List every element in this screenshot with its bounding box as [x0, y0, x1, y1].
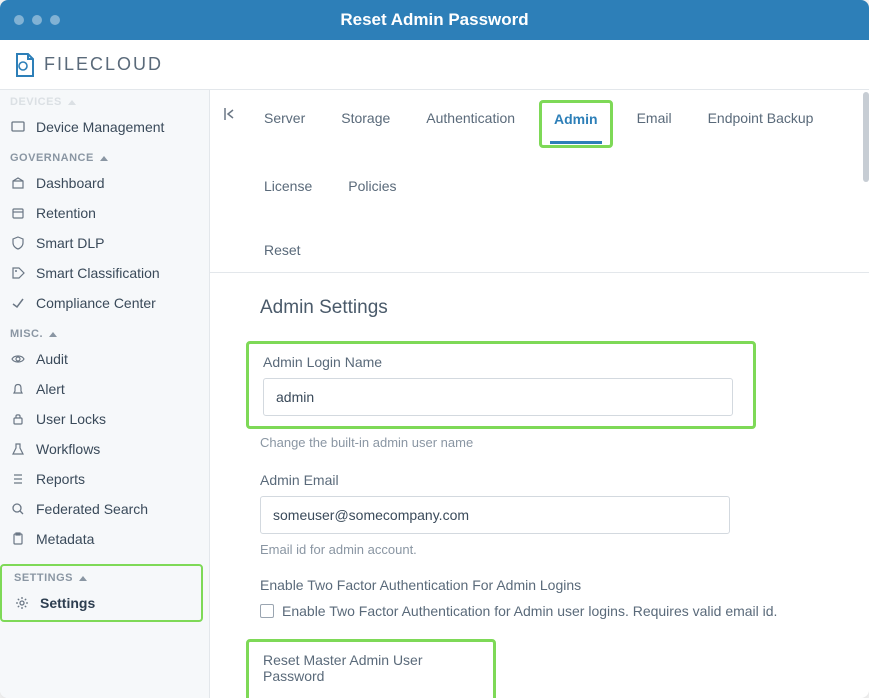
- highlight-settings-group: SETTINGS Settings: [0, 564, 203, 622]
- sidebar: DEVICES Device Management GOVERNANCE Das…: [0, 90, 210, 698]
- admin-login-name-label: Admin Login Name: [263, 354, 739, 370]
- sidebar-item-federated-search[interactable]: Federated Search: [0, 494, 209, 524]
- sidebar-item-user-locks[interactable]: User Locks: [0, 404, 209, 434]
- sidebar-item-reports[interactable]: Reports: [0, 464, 209, 494]
- highlight-reset-password: Reset Master Admin User Password Reset A…: [246, 639, 496, 698]
- sidebar-item-label: Metadata: [36, 531, 94, 547]
- highlight-admin-tab: Admin: [539, 100, 613, 148]
- caret-up-icon: [79, 576, 87, 581]
- sidebar-item-label: Federated Search: [36, 501, 148, 517]
- content-area: Server Storage Authentication Admin Emai…: [210, 90, 869, 698]
- admin-email-help: Email id for admin account.: [260, 542, 829, 557]
- sidebar-item-label: Smart DLP: [36, 235, 104, 251]
- sidebar-item-metadata[interactable]: Metadata: [0, 524, 209, 554]
- list-icon: [10, 471, 26, 487]
- tab-license[interactable]: License: [260, 172, 316, 208]
- sidebar-item-audit[interactable]: Audit: [0, 344, 209, 374]
- brand-text: FILECLOUD: [44, 54, 163, 75]
- sidebar-item-label: Audit: [36, 351, 68, 367]
- sidebar-item-label: Alert: [36, 381, 65, 397]
- twofa-checkbox[interactable]: [260, 604, 274, 618]
- tab-admin[interactable]: Admin: [550, 105, 602, 144]
- window-title: Reset Admin Password: [0, 10, 869, 30]
- lock-icon: [10, 411, 26, 427]
- tab-policies[interactable]: Policies: [344, 172, 400, 208]
- sidebar-group-settings[interactable]: SETTINGS: [4, 568, 199, 588]
- settings-tabs: Server Storage Authentication Admin Emai…: [210, 90, 869, 273]
- tag-icon: [10, 265, 26, 281]
- sidebar-item-smart-classification[interactable]: Smart Classification: [0, 258, 209, 288]
- sidebar-item-smart-dlp[interactable]: Smart DLP: [0, 228, 209, 258]
- retention-icon: [10, 205, 26, 221]
- shield-icon: [10, 235, 26, 251]
- caret-up-icon: [68, 100, 76, 105]
- bell-icon: [10, 381, 26, 397]
- tab-authentication[interactable]: Authentication: [422, 104, 519, 144]
- caret-up-icon: [100, 156, 108, 161]
- sidebar-item-label: Settings: [40, 595, 95, 611]
- tab-storage[interactable]: Storage: [337, 104, 394, 144]
- brand-logo[interactable]: FILECLOUD: [14, 51, 163, 79]
- check-icon: [10, 295, 26, 311]
- caret-up-icon: [49, 332, 57, 337]
- admin-login-name-help: Change the built-in admin user name: [260, 435, 829, 450]
- page-title: Admin Settings: [260, 297, 829, 319]
- sidebar-group-devices[interactable]: DEVICES: [0, 90, 209, 112]
- sidebar-item-alert[interactable]: Alert: [0, 374, 209, 404]
- search-icon: [10, 501, 26, 517]
- tab-reset[interactable]: Reset: [260, 236, 829, 272]
- sidebar-collapse-icon[interactable]: [218, 102, 242, 126]
- sidebar-item-label: Compliance Center: [36, 295, 156, 311]
- device-icon: [10, 119, 26, 135]
- sidebar-item-dashboard[interactable]: Dashboard: [0, 168, 209, 198]
- sidebar-item-label: Device Management: [36, 119, 164, 135]
- gear-icon: [14, 595, 30, 611]
- sidebar-item-label: User Locks: [36, 411, 106, 427]
- tab-server[interactable]: Server: [260, 104, 309, 144]
- highlight-login-name: Admin Login Name: [246, 341, 756, 429]
- flask-icon: [10, 441, 26, 457]
- sidebar-item-compliance-center[interactable]: Compliance Center: [0, 288, 209, 318]
- admin-email-label: Admin Email: [260, 472, 829, 488]
- sidebar-item-settings[interactable]: Settings: [4, 588, 199, 618]
- reset-password-label: Reset Master Admin User Password: [263, 652, 479, 684]
- sidebar-item-workflows[interactable]: Workflows: [0, 434, 209, 464]
- twofa-label: Enable Two Factor Authentication For Adm…: [260, 577, 829, 593]
- tab-endpoint-backup[interactable]: Endpoint Backup: [704, 104, 818, 144]
- sidebar-group-governance[interactable]: GOVERNANCE: [0, 142, 209, 168]
- admin-login-name-input[interactable]: [263, 378, 733, 416]
- dashboard-icon: [10, 175, 26, 191]
- twofa-text: Enable Two Factor Authentication for Adm…: [282, 603, 777, 619]
- sidebar-item-retention[interactable]: Retention: [0, 198, 209, 228]
- title-bar: Reset Admin Password: [0, 0, 869, 40]
- clipboard-icon: [10, 531, 26, 547]
- sidebar-item-device-management[interactable]: Device Management: [0, 112, 209, 142]
- logo-bar: FILECLOUD: [0, 40, 869, 90]
- sidebar-group-misc[interactable]: MISC.: [0, 318, 209, 344]
- logo-icon: [14, 51, 36, 79]
- admin-email-input[interactable]: [260, 496, 730, 534]
- sidebar-item-label: Smart Classification: [36, 265, 160, 281]
- tab-email[interactable]: Email: [633, 104, 676, 144]
- sidebar-item-label: Reports: [36, 471, 85, 487]
- sidebar-item-label: Dashboard: [36, 175, 105, 191]
- sidebar-item-label: Workflows: [36, 441, 100, 457]
- eye-icon: [10, 351, 26, 367]
- sidebar-item-label: Retention: [36, 205, 96, 221]
